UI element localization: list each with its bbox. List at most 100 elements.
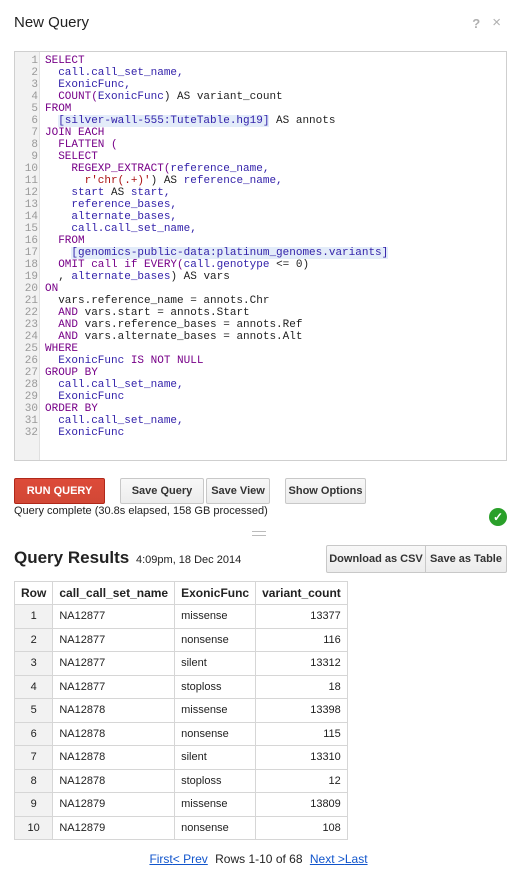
help-icon[interactable]: ? xyxy=(472,16,480,31)
code-token: COUNT( xyxy=(45,91,98,103)
resize-handle[interactable] xyxy=(252,531,266,536)
column-header-variant-count: variant_count xyxy=(255,581,348,605)
code-line: 4 COUNT(ExonicFunc) AS variant_count xyxy=(15,91,506,103)
code-line: 2 call.call_set_name, xyxy=(15,67,506,79)
line-number: 24 xyxy=(24,331,38,343)
table-row: 7 NA12878 silent 13310 xyxy=(13,745,348,770)
line-code: reference_bases, xyxy=(45,199,177,211)
download-csv-button[interactable]: Download as CSV xyxy=(326,545,426,573)
save-query-button[interactable]: Save Query xyxy=(120,478,204,504)
code-line: 11 r'chr(.+)') AS reference_name, xyxy=(15,175,506,187)
code-token: GROUP BY xyxy=(45,367,98,379)
code-line: 13 reference_bases, xyxy=(15,199,506,211)
line-code: ON xyxy=(45,283,58,295)
line-code: GROUP BY xyxy=(45,367,98,379)
line-number: 31 xyxy=(24,415,38,427)
code-line: 9 SELECT xyxy=(15,151,506,163)
code-line: 1 SELECT xyxy=(15,55,506,67)
line-number: 9 xyxy=(31,151,38,163)
line-code: SELECT xyxy=(45,151,98,163)
line-number: 25 xyxy=(24,343,38,355)
code-line: 16 FROM xyxy=(15,235,506,247)
line-number: 4 xyxy=(31,91,38,103)
code-token: AS annots xyxy=(269,115,336,127)
exonicfunc-cell: missense xyxy=(174,698,257,723)
code-token: [silver-wall-555:TuteTable.hg19] xyxy=(58,115,270,127)
call-set-name-cell: NA12878 xyxy=(52,768,176,793)
query-editor[interactable]: 1 SELECT 2 call.call_set_name, 3 ExonicFunc… xyxy=(14,51,507,461)
code-token: vars.reference_name = annots.Chr xyxy=(45,295,270,307)
line-code: ExonicFunc xyxy=(45,427,124,439)
code-token: start, xyxy=(130,187,171,199)
show-options-button[interactable]: Show Options xyxy=(285,478,366,504)
prev-page-link[interactable]: < Prev xyxy=(173,852,208,866)
dialog-title: New Query xyxy=(14,14,90,31)
exonicfunc-cell: nonsense xyxy=(174,627,257,652)
code-line: 28 call.call_set_name, xyxy=(15,379,506,391)
code-line: 5 FROM xyxy=(15,103,506,115)
code-token: FROM xyxy=(45,235,85,247)
line-code: call.call_set_name, xyxy=(45,223,196,235)
code-line: 24 AND vars.alternate_bases = annots.Alt xyxy=(15,331,506,343)
variant-count-cell: 116 xyxy=(255,627,348,652)
exonicfunc-cell: nonsense xyxy=(174,815,257,840)
exonicfunc-cell: missense xyxy=(174,792,257,817)
code-token: call.genotype xyxy=(183,259,270,271)
save-view-button[interactable]: Save View xyxy=(206,478,270,504)
variant-count-cell: 13312 xyxy=(255,651,348,676)
line-code: , alternate_bases) AS vars xyxy=(45,271,230,283)
code-line: 12 start AS start, xyxy=(15,187,506,199)
code-token: REGEXP_EXTRACT( xyxy=(45,163,171,175)
line-code: OMIT call if EVERY(call.genotype <= 0) xyxy=(45,259,309,271)
code-line: 8 FLATTEN ( xyxy=(15,139,506,151)
variant-count-cell: 13310 xyxy=(255,745,348,770)
call-set-name-cell: NA12877 xyxy=(52,674,176,699)
line-number: 26 xyxy=(24,355,38,367)
code-token: FROM xyxy=(45,103,72,115)
first-page-link[interactable]: First xyxy=(149,852,172,866)
code-token: ExonicFunc xyxy=(45,355,125,367)
code-token: reference_name, xyxy=(183,175,283,187)
table-row: 9 NA12879 missense 13809 xyxy=(13,792,348,817)
code-token: , xyxy=(45,271,72,283)
next-page-link[interactable]: Next > xyxy=(310,852,345,866)
line-number: 8 xyxy=(31,139,38,151)
line-code: start AS start, xyxy=(45,187,170,199)
code-line: 27 GROUP BY xyxy=(15,367,506,379)
code-line: 23 AND vars.reference_bases = annots.Ref xyxy=(15,319,506,331)
code-line: 22 AND vars.start = annots.Start xyxy=(15,307,506,319)
row-number-cell: 3 xyxy=(13,651,54,676)
code-line: 29 ExonicFunc xyxy=(15,391,506,403)
code-line: 25 WHERE xyxy=(15,343,506,355)
save-as-table-button[interactable]: Save as Table xyxy=(425,545,507,573)
last-page-link[interactable]: Last xyxy=(345,852,368,866)
code-token: <= 0) xyxy=(269,259,310,271)
call-set-name-cell: NA12877 xyxy=(52,627,176,652)
code-token: SELECT xyxy=(45,151,98,163)
variant-count-cell: 13398 xyxy=(255,698,348,723)
query-code[interactable]: 1 SELECT 2 call.call_set_name, 3 ExonicFunc… xyxy=(15,55,506,439)
line-number: 1 xyxy=(31,55,38,67)
variant-count-cell: 12 xyxy=(255,768,348,793)
code-token: EVERY( xyxy=(144,259,184,271)
query-toolbar: RUN QUERY Save Query Save View Show Opti… xyxy=(14,478,507,504)
run-query-button[interactable]: RUN QUERY xyxy=(14,478,105,504)
exonicfunc-cell: silent xyxy=(174,651,257,676)
code-line: 21 vars.reference_name = annots.Chr xyxy=(15,295,506,307)
line-code: alternate_bases, xyxy=(45,211,177,223)
code-token: ON xyxy=(45,283,59,295)
line-number: 16 xyxy=(24,235,38,247)
results-timestamp: 4:09pm, 18 Dec 2014 xyxy=(136,554,242,566)
call-set-name-cell: NA12879 xyxy=(52,815,176,840)
close-icon[interactable]: × xyxy=(492,15,501,31)
variant-count-cell: 115 xyxy=(255,721,348,746)
column-header-call-set-name: call_call_set_name xyxy=(52,581,176,605)
call-set-name-cell: NA12877 xyxy=(52,604,176,629)
code-token: call.call_set_name, xyxy=(45,379,184,391)
line-code: WHERE xyxy=(45,343,78,355)
line-code: FROM xyxy=(45,235,85,247)
code-token: alternate_bases, xyxy=(45,211,178,223)
table-header-row: Row call_call_set_name ExonicFunc varian… xyxy=(13,581,348,605)
line-code: call.call_set_name, xyxy=(45,67,183,79)
